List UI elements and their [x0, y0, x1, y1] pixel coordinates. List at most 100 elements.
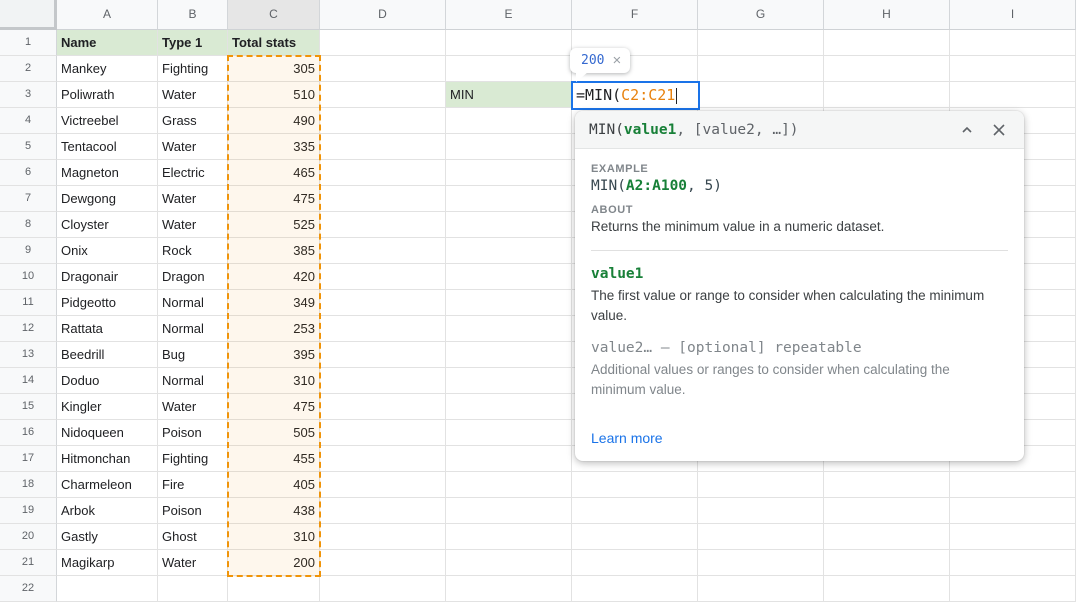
row-header-8[interactable]: 8: [0, 212, 57, 238]
cell-E19[interactable]: [446, 498, 572, 524]
cell-C21[interactable]: 200: [228, 550, 320, 576]
row-header-4[interactable]: 4: [0, 108, 57, 134]
cell-D8[interactable]: [320, 212, 446, 238]
cell-C18[interactable]: 405: [228, 472, 320, 498]
row-header-13[interactable]: 13: [0, 342, 57, 368]
cell-H21[interactable]: [824, 550, 950, 576]
row-header-22[interactable]: 22: [0, 576, 57, 602]
cell-G3[interactable]: [698, 82, 824, 108]
cell-C2[interactable]: 305: [228, 56, 320, 82]
learn-more-link[interactable]: Learn more: [591, 430, 663, 461]
cell-A3[interactable]: Poliwrath: [57, 82, 158, 108]
cell-C22[interactable]: [228, 576, 320, 602]
cell-E5[interactable]: [446, 134, 572, 160]
row-header-3[interactable]: 3: [0, 82, 57, 108]
cell-C20[interactable]: 310: [228, 524, 320, 550]
cell-E1[interactable]: [446, 30, 572, 56]
cell-E18[interactable]: [446, 472, 572, 498]
cell-D12[interactable]: [320, 316, 446, 342]
cell-I21[interactable]: [950, 550, 1076, 576]
cell-G1[interactable]: [698, 30, 824, 56]
cell-E4[interactable]: [446, 108, 572, 134]
cell-E9[interactable]: [446, 238, 572, 264]
cell-C10[interactable]: 420: [228, 264, 320, 290]
cell-E11[interactable]: [446, 290, 572, 316]
cell-G2[interactable]: [698, 56, 824, 82]
cell-B4[interactable]: Grass: [158, 108, 228, 134]
column-header-C[interactable]: C: [228, 0, 320, 30]
cell-D10[interactable]: [320, 264, 446, 290]
row-header-20[interactable]: 20: [0, 524, 57, 550]
formula-editor-cell-f3[interactable]: =MIN(C2:C21: [571, 81, 700, 110]
cell-H22[interactable]: [824, 576, 950, 602]
cell-E6[interactable]: [446, 160, 572, 186]
cell-A10[interactable]: Dragonair: [57, 264, 158, 290]
cell-A12[interactable]: Rattata: [57, 316, 158, 342]
column-header-F[interactable]: F: [572, 0, 698, 30]
cell-G22[interactable]: [698, 576, 824, 602]
row-header-15[interactable]: 15: [0, 394, 57, 420]
cell-C19[interactable]: 438: [228, 498, 320, 524]
column-header-A[interactable]: A: [57, 0, 158, 30]
cell-F20[interactable]: [572, 524, 698, 550]
cell-D5[interactable]: [320, 134, 446, 160]
cell-F19[interactable]: [572, 498, 698, 524]
cell-D2[interactable]: [320, 56, 446, 82]
cell-A6[interactable]: Magneton: [57, 160, 158, 186]
cell-E7[interactable]: [446, 186, 572, 212]
column-header-B[interactable]: B: [158, 0, 228, 30]
cell-A5[interactable]: Tentacool: [57, 134, 158, 160]
row-header-2[interactable]: 2: [0, 56, 57, 82]
cell-D20[interactable]: [320, 524, 446, 550]
cell-E12[interactable]: [446, 316, 572, 342]
cell-A8[interactable]: Cloyster: [57, 212, 158, 238]
cell-G21[interactable]: [698, 550, 824, 576]
collapse-icon[interactable]: [956, 119, 978, 141]
close-icon[interactable]: [988, 119, 1010, 141]
cell-B8[interactable]: Water: [158, 212, 228, 238]
cell-C13[interactable]: 395: [228, 342, 320, 368]
cell-D14[interactable]: [320, 368, 446, 394]
cell-E20[interactable]: [446, 524, 572, 550]
cell-G18[interactable]: [698, 472, 824, 498]
cell-D19[interactable]: [320, 498, 446, 524]
row-header-7[interactable]: 7: [0, 186, 57, 212]
column-header-I[interactable]: I: [950, 0, 1076, 30]
cell-B6[interactable]: Electric: [158, 160, 228, 186]
cell-B21[interactable]: Water: [158, 550, 228, 576]
cell-H19[interactable]: [824, 498, 950, 524]
cell-B2[interactable]: Fighting: [158, 56, 228, 82]
cell-I2[interactable]: [950, 56, 1076, 82]
cell-C5[interactable]: 335: [228, 134, 320, 160]
cell-C12[interactable]: 253: [228, 316, 320, 342]
column-header-D[interactable]: D: [320, 0, 446, 30]
cell-G19[interactable]: [698, 498, 824, 524]
cell-D18[interactable]: [320, 472, 446, 498]
cell-B9[interactable]: Rock: [158, 238, 228, 264]
cell-D16[interactable]: [320, 420, 446, 446]
cell-F21[interactable]: [572, 550, 698, 576]
cell-B3[interactable]: Water: [158, 82, 228, 108]
cell-D3[interactable]: [320, 82, 446, 108]
cell-E10[interactable]: [446, 264, 572, 290]
cell-E16[interactable]: [446, 420, 572, 446]
cell-C9[interactable]: 385: [228, 238, 320, 264]
cell-D13[interactable]: [320, 342, 446, 368]
cell-I1[interactable]: [950, 30, 1076, 56]
cell-C1[interactable]: Total stats: [228, 30, 320, 56]
row-header-17[interactable]: 17: [0, 446, 57, 472]
row-header-9[interactable]: 9: [0, 238, 57, 264]
cell-E8[interactable]: [446, 212, 572, 238]
cell-B22[interactable]: [158, 576, 228, 602]
row-header-18[interactable]: 18: [0, 472, 57, 498]
cell-D22[interactable]: [320, 576, 446, 602]
column-header-H[interactable]: H: [824, 0, 950, 30]
cell-B5[interactable]: Water: [158, 134, 228, 160]
cell-B7[interactable]: Water: [158, 186, 228, 212]
cell-D1[interactable]: [320, 30, 446, 56]
cell-E15[interactable]: [446, 394, 572, 420]
cell-A14[interactable]: Doduo: [57, 368, 158, 394]
cell-A20[interactable]: Gastly: [57, 524, 158, 550]
cell-D9[interactable]: [320, 238, 446, 264]
cell-C11[interactable]: 349: [228, 290, 320, 316]
